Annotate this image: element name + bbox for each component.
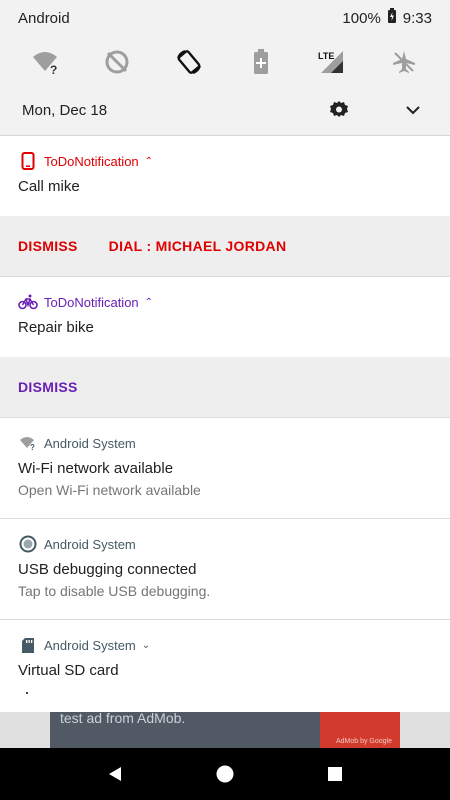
lte-signal-icon[interactable]: LTE <box>314 44 350 80</box>
notification-header: ? Android System <box>18 433 432 453</box>
dial-button[interactable]: DIAL : MICHAEL JORDAN <box>109 238 287 254</box>
notification-call-mike[interactable]: ToDoNotification ⌃ Call mike <box>0 136 450 216</box>
notification-actions: DISMISS <box>0 357 450 417</box>
notification-header: ToDoNotification ⌃ <box>18 151 432 171</box>
quick-settings-row: ? LTE <box>0 36 450 88</box>
home-circle-icon <box>216 765 234 783</box>
app-name: ToDoNotification <box>44 153 139 169</box>
phone-icon <box>18 151 38 171</box>
notification-title: USB debugging connected <box>18 561 197 578</box>
airplane-mode-icon[interactable] <box>386 44 422 80</box>
status-right: 100% 9:33 <box>342 8 432 28</box>
shade-bottom <box>0 678 450 712</box>
ad-text: test ad from AdMob. <box>60 712 186 726</box>
back-button[interactable] <box>95 754 135 794</box>
expand-chevron-icon[interactable]: ⌄ <box>142 640 150 651</box>
navigation-bar <box>0 748 450 800</box>
battery-percent: 100% <box>342 9 381 27</box>
app-name: ToDoNotification <box>44 294 139 310</box>
lte-label: LTE <box>318 51 334 61</box>
notification-repair-bike[interactable]: ToDoNotification ⌃ Repair bike <box>0 277 450 357</box>
notification-header: Android System <box>18 534 432 554</box>
ad-banner[interactable]: test ad from AdMob. AdMob by Google <box>0 712 450 748</box>
notification-header: Android System ⌄ <box>18 635 432 655</box>
notification-usb-debugging[interactable]: Android System USB debugging connected T… <box>0 519 450 619</box>
settings-gear-icon[interactable] <box>324 95 354 125</box>
notification-text: Open Wi-Fi network available <box>18 482 201 498</box>
ad-brand: AdMob by Google <box>335 738 392 745</box>
debug-circle-icon <box>18 534 38 554</box>
svg-text:?: ? <box>30 443 35 450</box>
recents-square-icon <box>328 767 342 781</box>
battery-charging-icon <box>387 8 397 28</box>
recents-button[interactable] <box>315 754 355 794</box>
dismiss-button[interactable]: DISMISS <box>18 379 78 395</box>
notification-header: ToDoNotification ⌃ <box>18 292 432 312</box>
date-label: Mon, Dec 18 <box>22 101 108 119</box>
clock: 9:33 <box>402 9 432 27</box>
bike-icon <box>18 292 38 312</box>
collapse-chevron-icon[interactable]: ⌃ <box>145 297 153 308</box>
shade-header: Mon, Dec 18 <box>0 88 450 132</box>
ad-creative[interactable]: test ad from AdMob. AdMob by Google <box>50 712 400 748</box>
notification-title: Wi-Fi network available <box>18 460 174 477</box>
notification-virtual-sd-card[interactable]: Android System ⌄ Virtual SD card <box>0 620 450 678</box>
expand-chevron-icon[interactable] <box>398 95 428 125</box>
auto-rotate-icon[interactable] <box>171 44 207 80</box>
app-name: Android System <box>44 536 136 552</box>
app-name: Android System <box>44 435 136 451</box>
collapse-chevron-icon[interactable]: ⌃ <box>145 156 153 167</box>
notification-text: Tap to disable USB debugging. <box>18 583 211 599</box>
svg-text:?: ? <box>50 63 57 75</box>
ad-brand-block: AdMob by Google <box>320 712 400 748</box>
battery-saver-icon[interactable] <box>243 44 279 80</box>
home-button[interactable] <box>205 754 245 794</box>
dismiss-button[interactable]: DISMISS <box>18 238 78 254</box>
wifi-question-icon[interactable]: ? <box>28 44 64 80</box>
data-saver-off-icon[interactable] <box>99 44 135 80</box>
wifi-question-icon: ? <box>18 433 38 453</box>
notification-title: Call mike <box>18 178 80 195</box>
back-triangle-icon <box>109 767 121 781</box>
dot <box>26 692 28 694</box>
carrier-label: Android <box>18 9 70 27</box>
sd-card-icon <box>18 635 38 655</box>
notification-title: Virtual SD card <box>18 662 119 678</box>
status-bar: Android 100% 9:33 <box>0 0 450 36</box>
app-name: Android System <box>44 637 136 653</box>
notification-actions: DISMISS DIAL : MICHAEL JORDAN <box>0 216 450 276</box>
notification-wifi-available[interactable]: ? Android System Wi-Fi network available… <box>0 418 450 518</box>
notification-title: Repair bike <box>18 319 94 336</box>
